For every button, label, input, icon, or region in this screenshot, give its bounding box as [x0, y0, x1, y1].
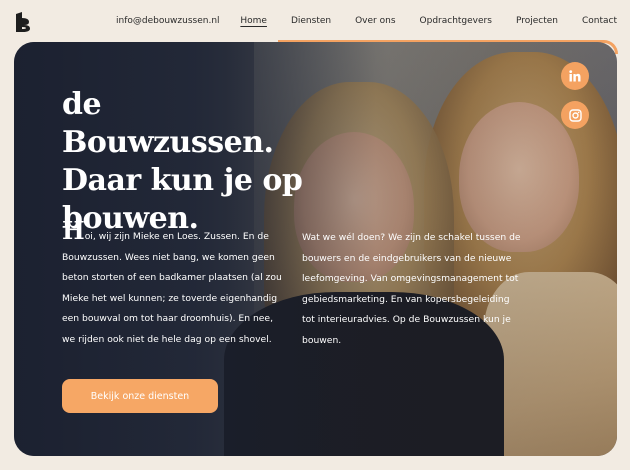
nav-contact[interactable]: Contact — [582, 16, 617, 26]
intro-paragraph: Hoi, wij zijn Mieke en Loes. Zussen. En … — [62, 219, 287, 350]
email-link[interactable]: info@debouwzussen.nl — [116, 16, 220, 26]
hero-title: de Bouwzussen. Daar kun je op bouwen. — [62, 86, 322, 238]
services-paragraph: Wat we wél doen? We zijn de schakel tuss… — [302, 232, 521, 346]
hero-title-line-2: Daar kun je op — [62, 163, 303, 198]
nav-home[interactable]: Home — [240, 16, 267, 26]
nav-over-ons[interactable]: Over ons — [355, 16, 395, 26]
linkedin-icon — [569, 70, 581, 82]
nav-opdrachtgevers[interactable]: Opdrachtgevers — [420, 16, 492, 26]
nav-diensten[interactable]: Diensten — [291, 16, 331, 26]
main-nav: Home Diensten Over ons Opdrachtgevers Pr… — [216, 16, 617, 26]
intro-dropcap: H — [62, 216, 85, 245]
instagram-button[interactable] — [561, 101, 589, 129]
bouwzussen-logo[interactable] — [14, 12, 32, 32]
hero-title-line-1: de Bouwzussen. — [62, 87, 274, 160]
top-bar: info@debouwzussen.nl Home Diensten Over … — [0, 0, 630, 42]
intro-text: oi, wij zijn Mieke en Loes. Zussen. En d… — [62, 231, 282, 345]
hero-section: de Bouwzussen. Daar kun je op bouwen. Ho… — [14, 42, 617, 456]
linkedin-button[interactable] — [561, 62, 589, 90]
nav-projecten[interactable]: Projecten — [516, 16, 558, 26]
instagram-icon — [568, 108, 582, 122]
view-services-button[interactable]: Bekijk onze diensten — [62, 379, 218, 413]
